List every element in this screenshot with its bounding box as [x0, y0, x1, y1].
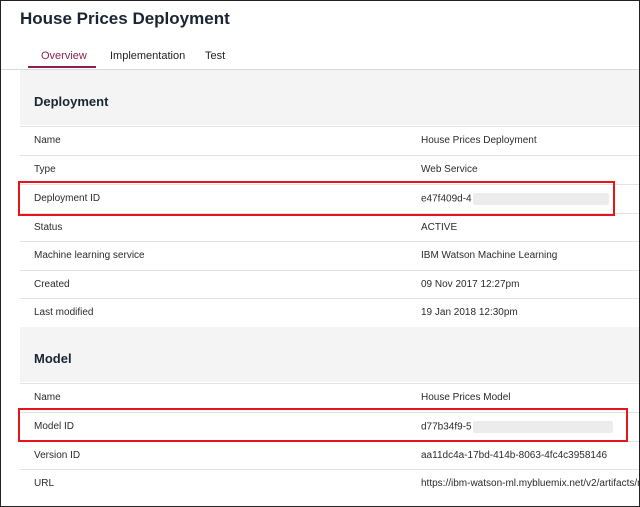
- row-value: IBM Watson Machine Learning: [421, 250, 558, 261]
- model-id-highlight: [18, 408, 628, 442]
- deployment-row-type: Type Web Service: [20, 155, 639, 184]
- row-label: Type: [34, 164, 56, 175]
- row-label: URL: [34, 478, 55, 489]
- row-label: Created: [34, 279, 70, 290]
- deployment-row-last-modified: Last modified 19 Jan 2018 12:30pm: [20, 298, 639, 327]
- deployment-row-status: Status ACTIVE: [20, 213, 639, 242]
- row-value: Web Service: [421, 164, 478, 175]
- page-title: House Prices Deployment: [20, 9, 230, 28]
- deployment-details-panel: House Prices Deployment Overview Impleme…: [0, 0, 640, 507]
- row-label: Name: [34, 392, 61, 403]
- model-section-title: Model: [34, 351, 72, 366]
- status-value: ACTIVE: [421, 222, 458, 233]
- row-value: House Prices Deployment: [421, 135, 537, 146]
- deployment-section-header: [20, 70, 639, 125]
- row-value: 09 Nov 2017 12:27pm: [421, 279, 520, 290]
- active-tab-indicator: [28, 66, 96, 68]
- deployment-row-created: Created 09 Nov 2017 12:27pm: [20, 270, 639, 299]
- model-section-header: [20, 327, 639, 382]
- deployment-row-name: Name House Prices Deployment: [20, 126, 639, 155]
- url-value: https://ibm-watson-ml.mybluemix.net/v2/a…: [421, 478, 640, 489]
- row-label: Version ID: [34, 450, 81, 461]
- row-label: Last modified: [34, 307, 94, 318]
- tab-implementation[interactable]: Implementation: [110, 50, 185, 62]
- row-value: House Prices Model: [421, 392, 511, 403]
- model-row-version-id: Version ID aa11dc4a-17bd-414b-8063-4fc4c…: [20, 441, 639, 470]
- row-label: Status: [34, 222, 63, 233]
- model-row-url: URL https://ibm-watson-ml.mybluemix.net/…: [20, 469, 640, 498]
- row-value: aa11dc4a-17bd-414b-8063-4fc4c3958146: [421, 450, 608, 461]
- tab-test[interactable]: Test: [205, 50, 225, 62]
- deployment-id-highlight: [18, 181, 615, 216]
- row-label: Machine learning service: [34, 250, 145, 261]
- row-label: Name: [34, 135, 61, 146]
- tab-bar: Overview Implementation Test: [1, 47, 639, 70]
- tab-overview[interactable]: Overview: [41, 50, 87, 62]
- deployment-section-title: Deployment: [34, 94, 109, 109]
- row-value: 19 Jan 2018 12:30pm: [421, 307, 518, 318]
- deployment-row-service: Machine learning service IBM Watson Mach…: [20, 241, 639, 270]
